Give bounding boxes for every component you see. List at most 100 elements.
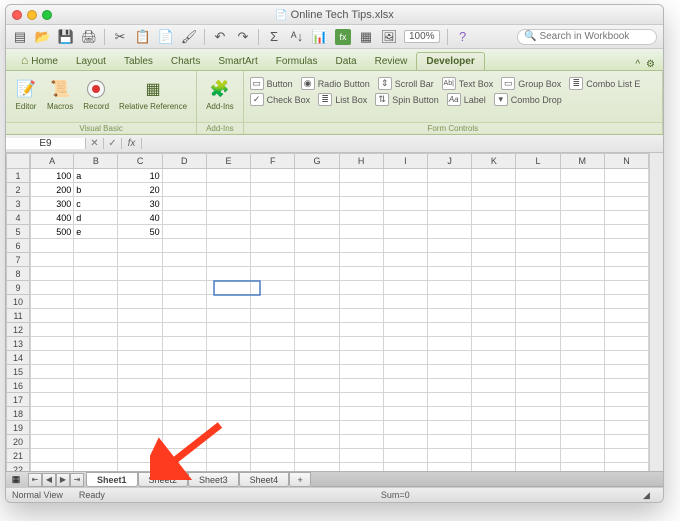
- cell[interactable]: [163, 393, 207, 407]
- row-header[interactable]: 14: [6, 351, 30, 365]
- cell[interactable]: [428, 351, 472, 365]
- paste-icon[interactable]: 📄: [158, 29, 174, 45]
- column-header[interactable]: M: [561, 153, 605, 169]
- cell[interactable]: [384, 281, 428, 295]
- cell[interactable]: [561, 337, 605, 351]
- cell[interactable]: [207, 183, 251, 197]
- cell[interactable]: 50: [118, 225, 162, 239]
- view-switcher-icon[interactable]: ▦: [6, 474, 26, 485]
- cell[interactable]: [472, 421, 516, 435]
- new-icon[interactable]: ▤: [12, 29, 28, 45]
- cell[interactable]: [251, 337, 295, 351]
- cell[interactable]: [118, 449, 162, 463]
- column-header[interactable]: K: [472, 153, 516, 169]
- cell[interactable]: [428, 393, 472, 407]
- cell[interactable]: [340, 351, 384, 365]
- cell[interactable]: [118, 463, 162, 471]
- cell[interactable]: [295, 365, 339, 379]
- print-icon[interactable]: 🖨: [81, 29, 97, 45]
- tab-developer[interactable]: Developer: [416, 52, 484, 70]
- cell[interactable]: [384, 267, 428, 281]
- cell[interactable]: [605, 337, 649, 351]
- redo-icon[interactable]: ↷: [235, 29, 251, 45]
- cell[interactable]: [30, 463, 74, 471]
- cell[interactable]: [30, 309, 74, 323]
- column-header[interactable]: F: [251, 153, 295, 169]
- cell[interactable]: [561, 463, 605, 471]
- cell[interactable]: [74, 449, 118, 463]
- cell[interactable]: [118, 337, 162, 351]
- cell[interactable]: [251, 309, 295, 323]
- cell[interactable]: [251, 281, 295, 295]
- cell[interactable]: [340, 463, 384, 471]
- cell[interactable]: [118, 421, 162, 435]
- cell[interactable]: [118, 309, 162, 323]
- cell[interactable]: [295, 337, 339, 351]
- row-header[interactable]: 12: [6, 323, 30, 337]
- cell[interactable]: [163, 211, 207, 225]
- cell[interactable]: [295, 351, 339, 365]
- cell[interactable]: [516, 239, 560, 253]
- cell[interactable]: [118, 323, 162, 337]
- cell[interactable]: [163, 267, 207, 281]
- row-header[interactable]: 6: [6, 239, 30, 253]
- cell[interactable]: [74, 309, 118, 323]
- cell[interactable]: [74, 337, 118, 351]
- cell[interactable]: [118, 407, 162, 421]
- cell[interactable]: [605, 183, 649, 197]
- cell[interactable]: [516, 379, 560, 393]
- cell[interactable]: [384, 253, 428, 267]
- cell[interactable]: [516, 197, 560, 211]
- cell[interactable]: [340, 393, 384, 407]
- cell[interactable]: [428, 379, 472, 393]
- cell[interactable]: [251, 169, 295, 183]
- macros-button[interactable]: 📜Macros: [44, 76, 76, 113]
- chart-icon[interactable]: 📊: [312, 29, 328, 45]
- cell[interactable]: [516, 407, 560, 421]
- cell[interactable]: [340, 169, 384, 183]
- prev-sheet-button[interactable]: ◀: [42, 473, 56, 487]
- cell[interactable]: [384, 225, 428, 239]
- cell[interactable]: [561, 351, 605, 365]
- cell[interactable]: [428, 337, 472, 351]
- cell[interactable]: [340, 253, 384, 267]
- cell[interactable]: [251, 421, 295, 435]
- cell[interactable]: [340, 183, 384, 197]
- cell[interactable]: 300: [30, 197, 74, 211]
- cell[interactable]: [30, 449, 74, 463]
- cell[interactable]: [605, 393, 649, 407]
- cell[interactable]: [295, 239, 339, 253]
- cell[interactable]: [428, 225, 472, 239]
- cell[interactable]: [561, 421, 605, 435]
- cell[interactable]: [472, 379, 516, 393]
- cell[interactable]: [472, 225, 516, 239]
- cell[interactable]: [295, 393, 339, 407]
- row-header[interactable]: 19: [6, 421, 30, 435]
- cell[interactable]: [207, 379, 251, 393]
- cell[interactable]: [561, 295, 605, 309]
- cell[interactable]: [384, 239, 428, 253]
- cell[interactable]: [74, 253, 118, 267]
- cell[interactable]: [428, 449, 472, 463]
- media-icon[interactable]: 🖼: [381, 29, 397, 45]
- sort-icon[interactable]: ᴬ↓: [289, 29, 305, 45]
- cell[interactable]: [251, 253, 295, 267]
- cell[interactable]: [340, 421, 384, 435]
- cell[interactable]: [516, 393, 560, 407]
- cell[interactable]: [472, 281, 516, 295]
- row-header[interactable]: 11: [6, 309, 30, 323]
- cell[interactable]: [428, 407, 472, 421]
- cell[interactable]: [340, 379, 384, 393]
- sheet-tab-sheet2[interactable]: Sheet2: [138, 472, 189, 487]
- fx-icon[interactable]: fx: [335, 29, 351, 45]
- column-header[interactable]: B: [74, 153, 118, 169]
- cell[interactable]: [605, 435, 649, 449]
- cell[interactable]: [516, 267, 560, 281]
- cell[interactable]: [251, 351, 295, 365]
- fc-combo-list[interactable]: ≣Combo List E: [569, 77, 640, 90]
- cell[interactable]: [74, 239, 118, 253]
- cell[interactable]: [163, 323, 207, 337]
- fc-radio-button[interactable]: ◉Radio Button: [301, 77, 370, 90]
- tab-layout[interactable]: Layout: [67, 53, 115, 70]
- sheet-tab-sheet1[interactable]: Sheet1: [86, 472, 138, 487]
